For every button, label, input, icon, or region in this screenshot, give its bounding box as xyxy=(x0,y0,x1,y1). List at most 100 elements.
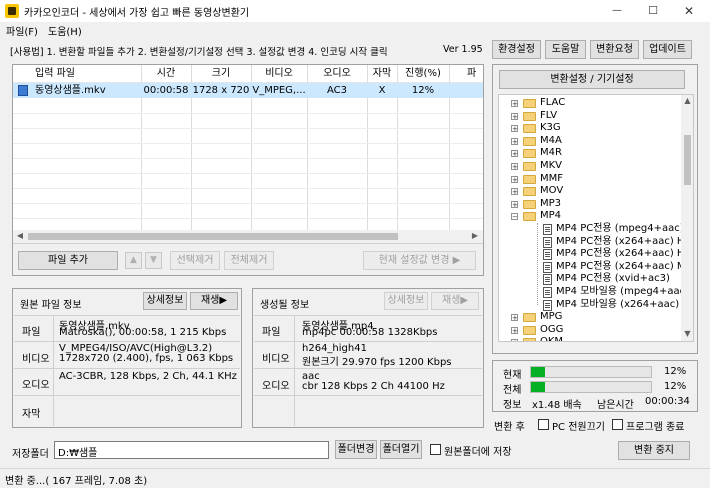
tree-item[interactable]: + M4R xyxy=(499,147,681,160)
tree-item[interactable]: + FLV xyxy=(499,110,681,123)
column-input-file[interactable]: 입력 파일 xyxy=(13,65,141,83)
conversion-settings-button[interactable]: 변환설정 / 기기설정 xyxy=(499,70,685,89)
update-button[interactable]: 업데이트 xyxy=(643,40,692,59)
column-audio[interactable]: 오디오 xyxy=(307,65,367,83)
tree-item-label: OGG xyxy=(540,323,564,335)
save-folder-input[interactable]: D:₩샘플 xyxy=(54,441,329,459)
expand-icon[interactable]: + xyxy=(511,314,518,322)
output-play-button[interactable]: 재생▶ xyxy=(431,292,479,310)
output-detail-button[interactable]: 상세정보 xyxy=(384,292,428,310)
folder-icon xyxy=(523,199,536,209)
source-audio-line1: AC-3CBR, 128 Kbps, 2 Ch, 44.1 KHz xyxy=(59,371,237,382)
remove-selected-button[interactable]: 선택제거 xyxy=(170,251,220,270)
menu-file[interactable]: 파일(F) xyxy=(6,23,38,38)
expand-icon[interactable]: + xyxy=(511,112,518,120)
same-folder-label: 원본폴더에 저장 xyxy=(444,447,512,458)
collapse-icon[interactable]: − xyxy=(511,213,518,221)
column-time[interactable]: 시간 xyxy=(141,65,191,83)
scroll-left-icon[interactable]: ◀ xyxy=(14,230,26,242)
cell-size: 1728 x 720 xyxy=(192,85,250,96)
tree-item[interactable]: + MPG xyxy=(499,311,681,324)
preset-document-icon xyxy=(543,274,552,286)
tree-item[interactable]: + M4A xyxy=(499,135,681,148)
tree-item[interactable]: + OGG xyxy=(499,324,681,337)
expand-icon[interactable]: + xyxy=(511,163,518,171)
minimize-button[interactable]: — xyxy=(600,0,634,22)
tree-item[interactable]: − MP4 xyxy=(499,210,681,223)
tree-item-label: MP4 PC전용 (x264+aac) Hig xyxy=(556,248,681,260)
expand-icon[interactable]: + xyxy=(511,100,518,108)
output-audio-label: 오디오 xyxy=(262,381,290,392)
tree-rows: + FLAC + FLV + K3G + M4A + M4R + MKV + MMF + MOV + MP3 − MP… xyxy=(499,97,681,341)
tree-item[interactable]: MP4 PC전용 (x264+aac) Ma xyxy=(499,261,681,274)
scroll-thumb[interactable] xyxy=(28,233,398,240)
tree-item-label: MP4 모바일용 (mpeg4+aac) xyxy=(556,286,681,297)
column-video[interactable]: 비디오 xyxy=(251,65,307,83)
current-percent: 12% xyxy=(664,366,687,377)
source-file-label: 파일 xyxy=(22,327,41,338)
request-button[interactable]: 변환요청 xyxy=(590,40,639,59)
change-folder-button[interactable]: 폴더변경 xyxy=(335,440,377,459)
same-folder-checkbox[interactable] xyxy=(430,444,441,455)
column-progress[interactable]: 진행(%) xyxy=(397,65,449,83)
remove-all-button[interactable]: 전체제거 xyxy=(224,251,274,270)
tree-item[interactable]: MP4 PC전용 (mpeg4+aac) - xyxy=(499,223,681,236)
close-button[interactable]: ✕ xyxy=(672,0,706,22)
scroll-right-icon[interactable]: ▶ xyxy=(469,230,481,242)
output-audio-line2: cbr 128 Kbps 2 Ch 44100 Hz xyxy=(302,381,445,392)
tree-item[interactable]: + MKV xyxy=(499,160,681,173)
help-button[interactable]: 도움말 xyxy=(545,40,586,59)
open-folder-button[interactable]: 폴더열기 xyxy=(380,440,422,459)
tree-item[interactable]: + MP3 xyxy=(499,198,681,211)
expand-icon[interactable]: + xyxy=(511,137,518,145)
tree-item[interactable]: MP4 PC전용 (xvid+ac3) xyxy=(499,273,681,286)
remain-label: 남은시간 xyxy=(597,400,634,411)
apply-current-settings-button[interactable]: 현재 설정값 변경 ▶ xyxy=(363,251,476,270)
tree-item[interactable]: + K3G xyxy=(499,122,681,135)
settings-env-button[interactable]: 환경설정 xyxy=(492,40,541,59)
cell-subtitle: X xyxy=(378,85,386,96)
tree-item[interactable]: + FLAC xyxy=(499,97,681,110)
tree-item[interactable]: + MMF xyxy=(499,173,681,186)
column-size[interactable]: 크기 xyxy=(191,65,251,83)
expand-icon[interactable]: + xyxy=(511,125,518,133)
output-file-line2: mp4pc 00:00:58 1328Kbps xyxy=(302,327,438,338)
tree-item[interactable]: + OKM xyxy=(499,336,681,341)
folder-icon xyxy=(523,162,536,171)
tree-item[interactable]: + MOV xyxy=(499,185,681,198)
stop-conversion-button[interactable]: 변환 중지 xyxy=(618,441,690,460)
source-play-button[interactable]: 재생▶ xyxy=(190,292,238,310)
tree-item[interactable]: MP4 PC전용 (x264+aac) Hig xyxy=(499,248,681,261)
source-audio-label: 오디오 xyxy=(22,380,50,391)
tree-item[interactable]: MP4 모바일용 (x264+aac) Ba xyxy=(499,299,681,312)
add-file-button[interactable]: 파일 추가 xyxy=(18,251,118,270)
scroll-down-icon[interactable]: ▼ xyxy=(681,328,693,340)
tree-vscrollbar[interactable]: ▲ ▼ xyxy=(681,95,693,341)
speed-value: x1.48 배속 xyxy=(532,400,582,411)
tree-item-label: MPG xyxy=(540,311,563,323)
expand-icon[interactable]: + xyxy=(511,175,518,183)
source-detail-button[interactable]: 상세정보 xyxy=(143,292,187,310)
folder-icon xyxy=(523,338,536,341)
file-table-hscrollbar[interactable]: ◀ ▶ xyxy=(13,230,483,243)
scroll-up-icon[interactable]: ▲ xyxy=(681,95,693,107)
move-down-button[interactable]: ▼ xyxy=(145,252,162,269)
tree-item[interactable]: MP4 모바일용 (mpeg4+aac) xyxy=(499,286,681,299)
column-subtitle[interactable]: 자막 xyxy=(367,65,397,83)
expand-icon[interactable]: + xyxy=(511,339,518,341)
pc-off-checkbox[interactable] xyxy=(538,419,549,430)
move-up-button[interactable]: ▲ xyxy=(125,252,142,269)
quit-program-checkbox[interactable] xyxy=(612,419,623,430)
tree-item[interactable]: MP4 PC전용 (x264+aac) Hig xyxy=(499,236,681,249)
menu-help[interactable]: 도움(H) xyxy=(48,23,82,38)
expand-icon[interactable]: + xyxy=(511,200,518,208)
expand-icon[interactable]: + xyxy=(511,150,518,158)
column-extra[interactable]: 파 xyxy=(449,65,483,83)
maximize-button[interactable]: ☐ xyxy=(636,0,670,22)
expand-icon[interactable]: + xyxy=(511,326,518,334)
tree-scroll-thumb[interactable] xyxy=(684,135,691,185)
format-tree[interactable]: + FLAC + FLV + K3G + M4A + M4R + MKV + MMF + MOV + MP3 − MP… xyxy=(498,94,694,342)
table-row[interactable]: 동영상샘플.mkv 00:00:58 1728 x 720 V_MPEG,...… xyxy=(13,83,483,98)
current-progress-bar xyxy=(530,366,652,378)
expand-icon[interactable]: + xyxy=(511,188,518,196)
